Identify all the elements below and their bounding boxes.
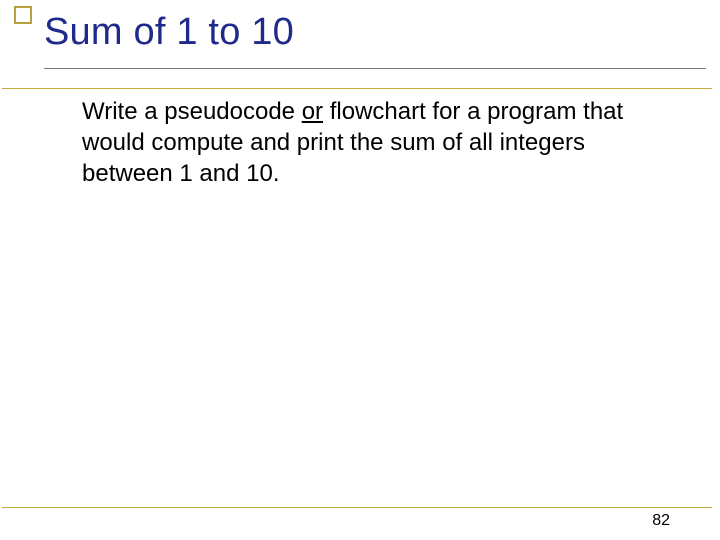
divider-top [2,88,712,89]
title-wrap: Sum of 1 to 10 [44,8,700,57]
page-number: 82 [652,512,670,530]
body-text-underlined: or [302,98,323,125]
slide-body: Write a pseudocode or flowchart for a pr… [82,96,662,190]
slide-title: Sum of 1 to 10 [44,8,700,57]
divider-bottom [2,507,712,508]
corner-decoration [14,6,32,24]
title-underline [44,68,706,69]
slide: Sum of 1 to 10 Write a pseudocode or flo… [0,0,720,540]
body-text-pre: Write a pseudocode [82,98,302,125]
